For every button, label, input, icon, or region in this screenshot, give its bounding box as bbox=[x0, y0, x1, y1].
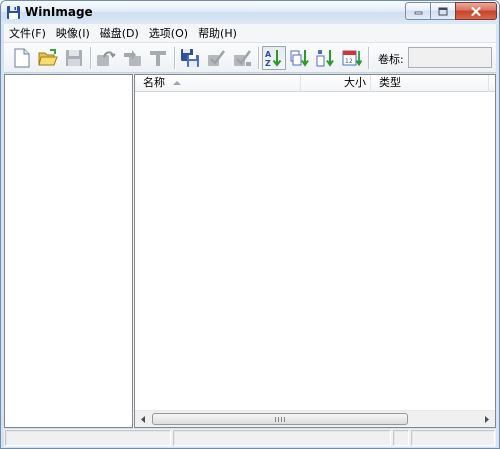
status-panel-1 bbox=[5, 430, 171, 446]
menu-bar: 文件(F) 映像(I) 磁盘(D) 选项(O) 帮助(H) bbox=[4, 24, 496, 43]
volume-label: 卷标: bbox=[378, 53, 404, 66]
maximize-button[interactable] bbox=[430, 2, 455, 20]
toolbar-separator bbox=[90, 47, 91, 69]
new-document-icon bbox=[14, 48, 30, 68]
save-disk-icon bbox=[66, 50, 82, 66]
check-disk-icon bbox=[234, 50, 251, 66]
delete-button[interactable] bbox=[146, 46, 170, 70]
toolbar-separator bbox=[368, 47, 369, 69]
scroll-thumb[interactable] bbox=[152, 413, 408, 425]
status-panel-4 bbox=[411, 430, 495, 446]
minimize-icon bbox=[414, 11, 422, 15]
volume-label-field[interactable] bbox=[408, 47, 492, 68]
svg-text:12: 12 bbox=[345, 58, 353, 65]
menu-image[interactable]: 映像(I) bbox=[51, 25, 95, 42]
sort-by-date-icon: 12 bbox=[342, 50, 362, 67]
write-disk-button[interactable] bbox=[178, 46, 202, 70]
write-disk-icon bbox=[181, 49, 199, 67]
menu-options[interactable]: 选项(O) bbox=[144, 25, 193, 42]
column-header-size[interactable]: 大小 bbox=[301, 75, 371, 92]
maximize-icon bbox=[438, 7, 448, 15]
client-area: 名称 大小 类型 修 bbox=[4, 74, 496, 428]
sort-by-date-button[interactable]: 12 bbox=[340, 46, 364, 70]
menu-disk[interactable]: 磁盘(D) bbox=[95, 25, 144, 42]
sort-by-name-icon: A Z bbox=[265, 50, 282, 68]
menu-help[interactable]: 帮助(H) bbox=[193, 25, 242, 42]
list-header: 名称 大小 类型 修 bbox=[135, 75, 495, 92]
inject-button[interactable] bbox=[120, 46, 144, 70]
check-icon bbox=[208, 50, 225, 66]
title-bar[interactable]: WinImage bbox=[1, 1, 499, 24]
inject-icon bbox=[124, 50, 141, 66]
svg-text:Z: Z bbox=[265, 59, 271, 68]
floppy-disk-app-icon bbox=[7, 6, 20, 19]
open-folder-icon bbox=[38, 49, 58, 66]
toolbar-separator bbox=[174, 47, 175, 69]
status-panel-2 bbox=[173, 430, 391, 446]
horizontal-scrollbar[interactable] bbox=[135, 410, 495, 427]
toolbar-separator bbox=[258, 47, 259, 69]
scroll-left-button[interactable] bbox=[135, 411, 152, 427]
folder-tree-pane[interactable] bbox=[4, 74, 133, 428]
sort-by-size-icon bbox=[316, 50, 334, 67]
toolbar: A Z 12 卷标: bbox=[4, 43, 496, 73]
sort-by-type-icon bbox=[290, 50, 309, 67]
svg-text:A: A bbox=[265, 50, 272, 59]
file-list-pane[interactable]: 名称 大小 类型 修 bbox=[134, 74, 496, 428]
status-bar bbox=[4, 429, 496, 447]
menu-file[interactable]: 文件(F) bbox=[4, 25, 51, 42]
scroll-left-icon bbox=[141, 415, 145, 423]
caption-buttons bbox=[405, 2, 497, 20]
scroll-right-icon bbox=[485, 415, 489, 423]
check-disk-button[interactable] bbox=[230, 46, 254, 70]
column-header-type[interactable]: 类型 bbox=[371, 75, 489, 92]
check-button[interactable] bbox=[204, 46, 228, 70]
close-icon bbox=[471, 6, 481, 16]
window-title: WinImage bbox=[25, 5, 93, 19]
sort-by-size-button[interactable] bbox=[314, 46, 338, 70]
column-header-modified[interactable]: 修 bbox=[489, 75, 495, 92]
scroll-grip-icon bbox=[275, 417, 285, 422]
close-button[interactable] bbox=[455, 2, 497, 20]
minimize-button[interactable] bbox=[405, 2, 430, 20]
delete-icon bbox=[150, 51, 166, 66]
column-header-name[interactable]: 名称 bbox=[135, 75, 301, 92]
sort-ascending-icon bbox=[173, 81, 181, 85]
extract-icon bbox=[97, 51, 116, 66]
status-panel-3 bbox=[393, 430, 409, 446]
column-header-name-label: 名称 bbox=[143, 76, 165, 89]
save-button[interactable] bbox=[62, 46, 86, 70]
sort-by-type-button[interactable] bbox=[288, 46, 312, 70]
sort-by-name-button[interactable]: A Z bbox=[262, 46, 286, 70]
open-button[interactable] bbox=[36, 46, 60, 70]
scroll-right-button[interactable] bbox=[478, 411, 495, 427]
app-window: WinImage 文件(F) 映像(I) 磁盘(D) 选项(O) 帮助(H) A… bbox=[0, 0, 500, 449]
extract-button[interactable] bbox=[94, 46, 118, 70]
new-button[interactable] bbox=[10, 46, 34, 70]
